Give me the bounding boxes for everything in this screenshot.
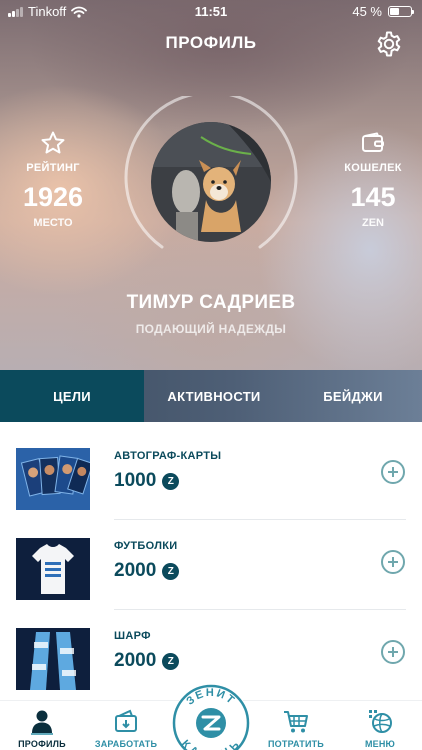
wallet-sub: ZEN (362, 217, 384, 229)
menu-ball-icon (369, 710, 392, 733)
goal-price-value: 2000 (114, 560, 157, 581)
tab-label: ЗАРАБОТАТЬ (94, 739, 158, 749)
wallet-label: КОШЕЛЕК (344, 162, 402, 174)
add-goal-button[interactable] (381, 460, 405, 484)
goal-name: ШАРФ (114, 630, 151, 642)
goal-price-value: 1000 (114, 470, 157, 491)
profile-tabs: ЦЕЛИ АКТИВНОСТИ БЕЙДЖИ (0, 370, 422, 422)
battery-icon (388, 6, 414, 17)
tab-badges[interactable]: БЕЙДЖИ (284, 370, 422, 422)
rating-stat[interactable]: РЕЙТИНГ 1926 МЕСТО (8, 130, 98, 229)
star-icon (41, 131, 65, 154)
tshirt-image (16, 538, 90, 600)
rating-sub: МЕСТО (33, 217, 73, 229)
scarf-image (16, 628, 90, 690)
battery-percent: 45 % (352, 4, 382, 19)
tab-menu[interactable]: МЕНЮ (338, 707, 422, 749)
gear-icon[interactable] (375, 30, 403, 58)
autograph-cards-image (16, 448, 90, 510)
goal-price: 2000 Z (114, 650, 180, 672)
tab-goals[interactable]: ЦЕЛИ (0, 370, 144, 422)
add-goal-button[interactable] (381, 550, 405, 574)
tab-label: ПРОФИЛЬ (18, 739, 66, 749)
wallet-stat[interactable]: КОШЕЛЕК 145 ZEN (328, 130, 418, 229)
rating-label: РЕЙТИНГ (26, 162, 80, 174)
zenit-kazan-logo[interactable]: ЗЕНИТ КАЗАНЬ (172, 684, 250, 750)
avatar[interactable] (151, 122, 271, 242)
tab-activities[interactable]: АКТИВНОСТИ (144, 370, 284, 422)
zen-coin-icon: Z (162, 472, 180, 490)
cart-icon (284, 711, 308, 733)
list-item[interactable]: АВТОГРАФ-КАРТЫ 1000 Z (0, 430, 422, 520)
tab-earn[interactable]: ЗАРАБОТАТЬ (84, 707, 168, 749)
tab-spend[interactable]: ПОТРАТИТЬ (254, 707, 338, 749)
profile-hero: Tinkoff 11:51 45 % ПРОФИЛЬ РЕЙТИНГ 1926 … (0, 0, 422, 370)
goals-list: АВТОГРАФ-КАРТЫ 1000 Z ФУТБОЛКИ 2000 Z ША… (0, 430, 422, 700)
zen-coin-icon: Z (162, 652, 180, 670)
tab-label: ПОТРАТИТЬ (268, 739, 324, 749)
user-status: ПОДАЮЩИЙ НАДЕЖДЫ (135, 322, 287, 336)
wallet-icon (362, 132, 384, 152)
profile-icon (31, 710, 53, 735)
add-goal-button[interactable] (381, 640, 405, 664)
goal-price: 1000 Z (114, 470, 180, 492)
status-bar: Tinkoff 11:51 45 % (0, 0, 422, 22)
page-title: ПРОФИЛЬ (165, 33, 257, 52)
battery-group: 45 % (352, 4, 414, 19)
wallet-value: 145 (350, 182, 396, 212)
wallet-earn-icon (115, 709, 137, 732)
list-item[interactable]: ФУТБОЛКИ 2000 Z (0, 520, 422, 610)
zen-coin-icon: Z (162, 562, 180, 580)
rating-value: 1926 (22, 182, 84, 212)
user-name: ТИМУР САДРИЕВ (126, 292, 296, 313)
goal-price: 2000 Z (114, 560, 180, 582)
goal-name: ФУТБОЛКИ (114, 540, 178, 552)
tab-profile[interactable]: ПРОФИЛЬ (0, 707, 84, 749)
tab-label: МЕНЮ (364, 739, 396, 749)
goal-price-value: 2000 (114, 650, 157, 671)
goal-name: АВТОГРАФ-КАРТЫ (114, 450, 222, 462)
